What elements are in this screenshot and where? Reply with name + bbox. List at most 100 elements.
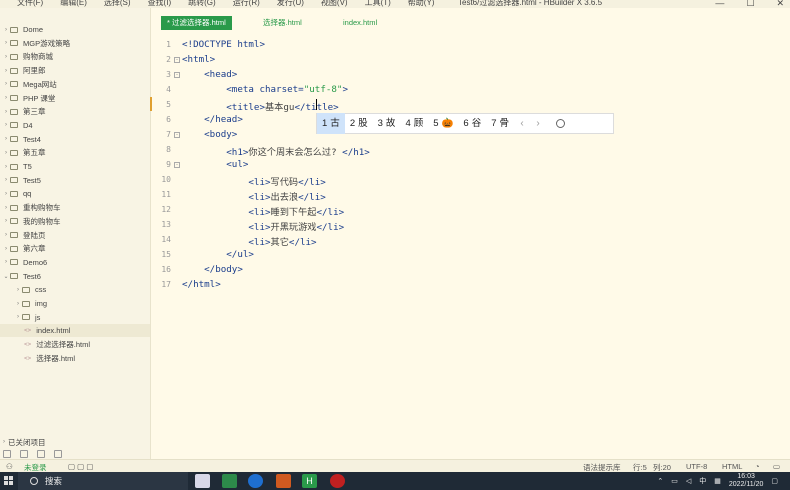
chevron-right-icon[interactable]: › bbox=[2, 218, 10, 224]
code-line[interactable]: <ul> bbox=[182, 159, 248, 170]
code-line[interactable]: <li>写代码</li> bbox=[182, 174, 325, 188]
ime-candidate[interactable]: 2股 bbox=[345, 113, 373, 134]
ime-candidate[interactable]: 3故 bbox=[373, 113, 401, 134]
code-line[interactable]: <meta charset="utf-8"> bbox=[182, 84, 348, 95]
code-line[interactable]: </ul> bbox=[182, 249, 254, 260]
ime-mode[interactable]: 中 bbox=[699, 476, 706, 486]
code-line[interactable]: <head> bbox=[182, 69, 237, 80]
file-item[interactable]: <> index.html bbox=[0, 324, 150, 338]
ime-candidate[interactable]: 5 🎃 bbox=[428, 113, 458, 134]
code-line[interactable]: <html> bbox=[182, 54, 215, 65]
code-line[interactable]: </head> bbox=[182, 114, 243, 125]
file-item[interactable]: <> 选择器.html bbox=[0, 352, 150, 365]
status-tools-icon[interactable]: ▢ ▢ ▢ bbox=[68, 462, 93, 471]
terminal-icon[interactable]: ▭ bbox=[773, 462, 780, 471]
fold-toggle-icon[interactable]: - bbox=[174, 132, 180, 138]
chevron-right-icon[interactable]: › bbox=[2, 150, 10, 156]
ime-candidate[interactable]: 4顾 bbox=[400, 113, 428, 134]
folder-item[interactable]: › 阿里郎 bbox=[0, 64, 150, 77]
menu-item[interactable]: 查找(I) bbox=[148, 0, 172, 8]
user-icon[interactable]: ⚇ bbox=[6, 462, 13, 471]
folder-item[interactable]: › D4 bbox=[0, 119, 150, 132]
chevron-right-icon[interactable]: › bbox=[14, 301, 22, 307]
code-line[interactable]: <li>开黑玩游戏</li> bbox=[182, 219, 344, 233]
menu-item[interactable]: 帮助(Y) bbox=[408, 0, 435, 8]
app-icon-4[interactable] bbox=[276, 474, 291, 488]
fold-toggle-icon[interactable]: - bbox=[174, 57, 180, 63]
folder-item[interactable]: › 登陆页 bbox=[0, 229, 150, 242]
language-mode[interactable]: HTML bbox=[722, 462, 742, 471]
folder-item[interactable]: › PHP 课堂 bbox=[0, 92, 150, 105]
chevron-right-icon[interactable]: › bbox=[2, 246, 10, 252]
edge-icon[interactable] bbox=[248, 474, 263, 488]
ime-prev-page[interactable]: ‹ bbox=[514, 118, 530, 129]
ime-candidate[interactable]: 1古 bbox=[317, 113, 345, 134]
tray-up-icon[interactable]: ⌃ bbox=[657, 477, 663, 485]
tab-index[interactable]: index.html bbox=[343, 16, 377, 30]
folder-item[interactable]: › Test5 bbox=[0, 174, 150, 187]
code-line[interactable]: <!DOCTYPE html> bbox=[182, 39, 265, 50]
fold-toggle-icon[interactable]: - bbox=[174, 72, 180, 78]
folder-item[interactable]: › 购物商城 bbox=[0, 50, 150, 63]
folder-item[interactable]: › 重构购物车 bbox=[0, 201, 150, 214]
app-icon-2[interactable] bbox=[222, 474, 237, 488]
folder-item[interactable]: › Demo6 bbox=[0, 256, 150, 269]
folder-item[interactable]: › 第六章 bbox=[0, 242, 150, 255]
folder-item[interactable]: › css bbox=[0, 283, 150, 296]
chevron-right-icon[interactable]: › bbox=[14, 314, 22, 320]
grid-icon[interactable] bbox=[54, 450, 62, 458]
closed-projects[interactable]: › 已关闭项目 bbox=[0, 436, 150, 448]
menu-item[interactable]: 文件(F) bbox=[17, 0, 43, 8]
menu-item[interactable]: 工具(T) bbox=[365, 0, 391, 8]
chevron-right-icon[interactable]: › bbox=[2, 191, 10, 197]
volume-icon[interactable]: ◁ bbox=[686, 477, 691, 485]
windows-start-icon[interactable] bbox=[4, 476, 14, 486]
ime-candidate[interactable]: 6谷 bbox=[458, 113, 486, 134]
folder-item[interactable]: › img bbox=[0, 297, 150, 310]
ime-settings-icon[interactable]: ▦ bbox=[714, 477, 721, 485]
chevron-right-icon[interactable]: › bbox=[2, 81, 10, 87]
files-icon[interactable] bbox=[3, 450, 11, 458]
close-icon[interactable]: ✕ bbox=[776, 0, 784, 8]
fold-toggle-icon[interactable]: - bbox=[174, 162, 180, 168]
chevron-right-icon[interactable]: › bbox=[14, 287, 22, 293]
chevron-right-icon[interactable]: › bbox=[2, 232, 10, 238]
code-line[interactable]: </html> bbox=[182, 279, 221, 290]
code-line[interactable]: <h1>你这个周末会怎么过? </h1> bbox=[182, 144, 370, 158]
code-line[interactable]: <body> bbox=[182, 129, 237, 140]
menu-item[interactable]: 运行(R) bbox=[233, 0, 260, 8]
chevron-right-icon[interactable]: › bbox=[2, 68, 10, 74]
chevron-right-icon[interactable]: › bbox=[2, 109, 10, 115]
hbuilder-icon[interactable]: H bbox=[302, 474, 317, 488]
code-line[interactable]: </body> bbox=[182, 264, 243, 275]
chevron-right-icon[interactable]: › bbox=[2, 54, 10, 60]
network-icon[interactable]: ▭ bbox=[671, 477, 678, 485]
folder-item[interactable]: › js bbox=[0, 311, 150, 324]
folder-item[interactable]: ⌄ Test6 bbox=[0, 270, 150, 283]
chevron-right-icon[interactable]: › bbox=[2, 122, 10, 128]
chevron-right-icon[interactable]: › bbox=[2, 259, 10, 265]
chevron-down-icon[interactable]: ⌄ bbox=[2, 273, 10, 280]
code-line[interactable]: <li>睡到下午起</li> bbox=[182, 204, 344, 218]
folder-item[interactable]: › qq bbox=[0, 187, 150, 200]
encoding[interactable]: UTF-8 bbox=[686, 462, 707, 471]
file-item[interactable]: <> 过滤选择器.html bbox=[0, 338, 150, 351]
menu-item[interactable]: 编辑(E) bbox=[60, 0, 87, 8]
record-icon[interactable] bbox=[330, 474, 345, 488]
clock[interactable]: 16:03 2022/11/20 bbox=[729, 473, 764, 489]
folder-item[interactable]: › 第五章 bbox=[0, 146, 150, 159]
code-line[interactable]: <li>其它</li> bbox=[182, 234, 316, 248]
emoji-icon[interactable] bbox=[556, 119, 566, 128]
folder-item[interactable]: › T5 bbox=[0, 160, 150, 173]
folder-item[interactable]: › 第三章 bbox=[0, 105, 150, 118]
chevron-right-icon[interactable]: › bbox=[2, 95, 10, 101]
chevron-right-icon[interactable]: › bbox=[2, 205, 10, 211]
tab-filter-selector[interactable]: * 过滤选择器.html bbox=[161, 16, 232, 30]
folder-item[interactable]: › Dome bbox=[0, 23, 150, 36]
ime-candidate[interactable]: 7骨 bbox=[486, 113, 514, 134]
chevron-right-icon[interactable]: › bbox=[2, 164, 10, 170]
folder-item[interactable]: › Mega网站 bbox=[0, 78, 150, 91]
code-line[interactable]: <li>出去浪</li> bbox=[182, 189, 325, 203]
chevron-right-icon[interactable]: › bbox=[2, 177, 10, 183]
tab-selector[interactable]: 选择器.html bbox=[263, 16, 302, 30]
